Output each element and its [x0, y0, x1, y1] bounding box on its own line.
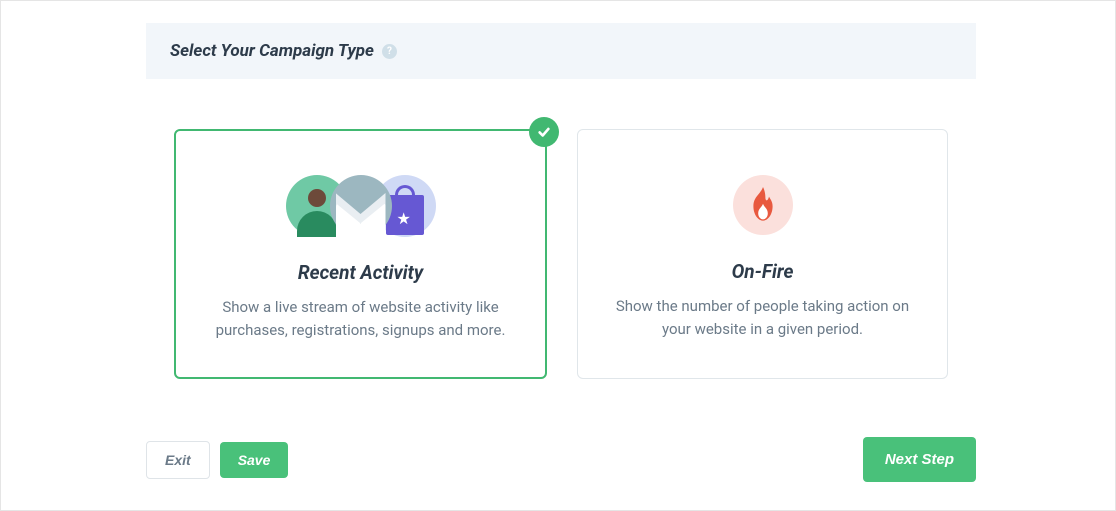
campaign-type-cards: ★ Recent Activity Show a live stream of …: [146, 79, 976, 409]
section-title: Select Your Campaign Type: [170, 41, 374, 61]
on-fire-illustration: [608, 170, 917, 240]
card-title: On-Fire: [608, 260, 917, 283]
footer-actions: Exit Save Next Step: [146, 437, 976, 482]
card-title: Recent Activity: [206, 261, 515, 284]
exit-button[interactable]: Exit: [146, 441, 210, 479]
card-on-fire[interactable]: On-Fire Show the number of people taking…: [577, 129, 948, 379]
card-description: Show a live stream of website activity l…: [206, 296, 515, 341]
next-step-button[interactable]: Next Step: [863, 437, 976, 482]
recent-activity-illustration: ★: [206, 171, 515, 241]
card-recent-activity[interactable]: ★ Recent Activity Show a live stream of …: [174, 129, 547, 379]
selected-check-icon: [529, 117, 559, 147]
section-header: Select Your Campaign Type ?: [146, 23, 976, 79]
save-button[interactable]: Save: [220, 442, 289, 478]
card-description: Show the number of people taking action …: [608, 295, 917, 340]
help-icon[interactable]: ?: [382, 44, 397, 59]
